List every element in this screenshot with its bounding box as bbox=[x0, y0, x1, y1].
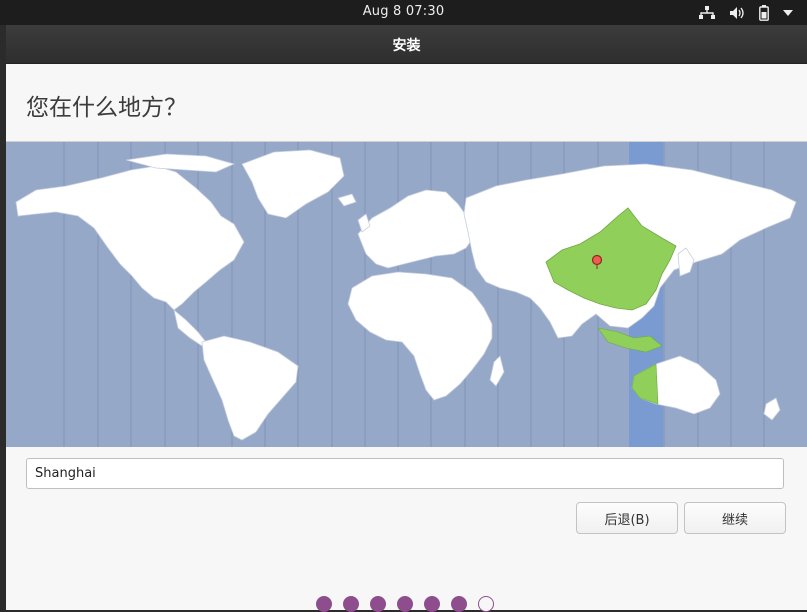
installer-window: 安装 您在什么地方？ Shanghai 后退(B) 继续 bbox=[6, 25, 807, 612]
volume-icon[interactable] bbox=[729, 6, 745, 20]
page-title: 您在什么地方？ bbox=[26, 95, 187, 121]
top-bar: Aug 8 07:30 bbox=[0, 0, 807, 25]
back-button[interactable]: 后退(B) bbox=[576, 502, 678, 534]
network-icon[interactable] bbox=[699, 5, 715, 20]
battery-icon[interactable] bbox=[759, 4, 769, 21]
system-menu-chevron-icon[interactable] bbox=[783, 9, 793, 17]
continue-button[interactable]: 继续 bbox=[684, 502, 786, 534]
window-titlebar[interactable]: 安装 bbox=[6, 25, 807, 64]
system-tray[interactable] bbox=[699, 4, 793, 21]
clock[interactable]: Aug 8 07:30 bbox=[0, 4, 807, 19]
timezone-map[interactable] bbox=[6, 141, 807, 447]
location-input[interactable] bbox=[26, 458, 784, 489]
window-title: 安装 bbox=[392, 38, 421, 54]
